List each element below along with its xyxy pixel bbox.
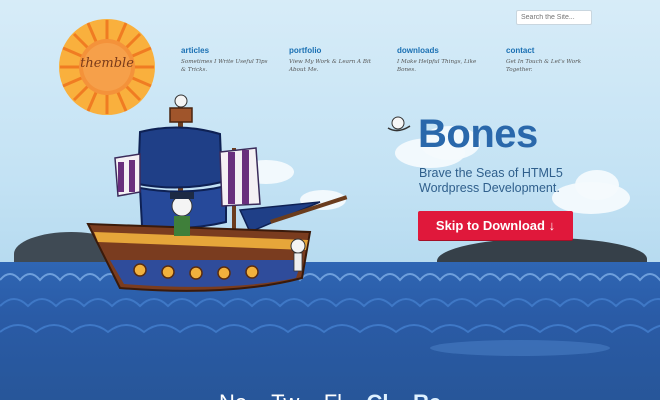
nav-item-downloads[interactable]: downloads I Make Helpful Things, Like Bo… (397, 46, 485, 74)
tagline-word: Tw (271, 390, 299, 400)
tagline-word: Ne (219, 390, 247, 400)
tagline-word: Fl (324, 390, 342, 400)
nav-item-contact[interactable]: contact Get In Touch & Let's Work Togeth… (506, 46, 588, 74)
nav-desc-articles: Sometimes I Write Useful Tips & Tricks. (181, 59, 268, 73)
themble-logo[interactable]: themble (58, 18, 156, 116)
nav-desc-contact: Get In Touch & Let's Work Together. (506, 59, 582, 73)
hero-title: Bones (418, 112, 538, 156)
nav-link-downloads[interactable]: downloads (397, 46, 485, 55)
nav-link-contact[interactable]: contact (506, 46, 588, 55)
nav-item-portfolio[interactable]: portfolio View My Work & Learn A Bit Abo… (289, 46, 371, 74)
flying-skeleton-illustration (387, 116, 411, 132)
tagline-bold-word: Re (413, 390, 441, 400)
nav-link-articles[interactable]: articles (181, 46, 271, 55)
tagline-bold-word: Cl (366, 390, 388, 400)
nav-item-articles[interactable]: articles Sometimes I Write Useful Tips &… (181, 46, 271, 74)
hero-subtitle-line-1: Brave the Seas of HTML5 (419, 166, 563, 180)
sea-foam (430, 340, 610, 356)
skip-to-download-button[interactable]: Skip to Download ↓ (418, 211, 573, 240)
nav-desc-downloads: I Make Helpful Things, Like Bones. (397, 59, 477, 73)
page: themble articles Sometimes I Write Usefu… (0, 0, 660, 400)
nav-desc-portfolio: View My Work & Learn A Bit About Me. (289, 59, 371, 73)
search-input[interactable] (516, 10, 592, 25)
hero-subtitle-line-2: Wordpress Development. (419, 181, 560, 195)
nav-link-portfolio[interactable]: portfolio (289, 46, 371, 55)
tagline: Ne Tw Fl Cl Re (0, 390, 660, 400)
logo-text: themble (80, 56, 134, 71)
pirate-ship-illustration (86, 94, 348, 292)
hero-subtitle: Brave the Seas of HTML5 Wordpress Develo… (419, 166, 619, 196)
